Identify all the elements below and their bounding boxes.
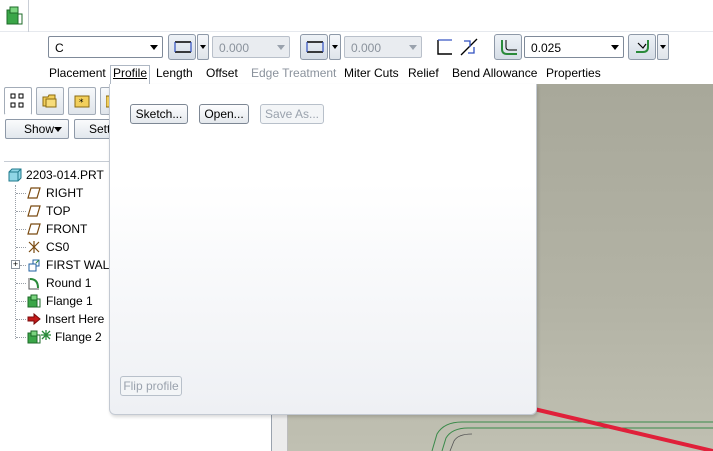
length-value-combo-2[interactable]: 0.000 (344, 36, 422, 58)
thicken-side-icon[interactable] (434, 36, 456, 58)
dashboard-tabs: Placement Profile Length Offset Edge Tre… (0, 64, 713, 85)
tab-offset[interactable]: Offset (206, 66, 238, 80)
tab-folder-browser[interactable] (36, 87, 64, 115)
length-type-button[interactable] (168, 34, 196, 60)
chevron-down-icon (611, 45, 619, 50)
model-edge (449, 433, 473, 451)
show-menu-label: Show (24, 122, 55, 136)
length-value-combo-1[interactable]: 0.000 (212, 36, 290, 58)
width-dimension-icon (306, 41, 324, 53)
bend-side-dropdown[interactable] (657, 34, 669, 60)
tab-properties[interactable]: Properties (546, 66, 601, 80)
tree-node-label: FRONT (46, 222, 88, 236)
tab-edge-treatment: Edge Treatment (251, 66, 337, 80)
flip-profile-button: Flip profile (120, 376, 182, 396)
flange-icon (27, 330, 41, 344)
settings-menu-button[interactable]: Setti (74, 119, 114, 139)
selected-edge-highlight (533, 407, 713, 451)
tree-node-label: Insert Here (45, 312, 105, 326)
bend-radius-icon (501, 40, 517, 55)
length-type-dropdown[interactable] (197, 34, 209, 60)
insert-arrow-icon (27, 312, 41, 326)
model-edge (431, 421, 713, 451)
tab-model-tree[interactable] (4, 87, 32, 115)
coordinate-system-icon (27, 240, 41, 254)
offset-type-dropdown[interactable] (329, 34, 341, 60)
bend-radius-combo[interactable]: 0.025 (524, 36, 624, 58)
sheetmetal-app-icon[interactable] (4, 6, 24, 28)
flip-direction-icon[interactable] (458, 36, 480, 58)
datum-plane-icon (27, 204, 41, 218)
toolbar-separator (28, 0, 29, 32)
datum-plane-icon (27, 222, 41, 236)
dashboard-toolbar: C 0.000 0.000 0.025 Placement Profile Le… (0, 32, 713, 85)
tree-node-label: FIRST WALL (46, 258, 117, 272)
tree-node-label: Round 1 (46, 276, 92, 290)
tab-miter-cuts[interactable]: Miter Cuts (344, 66, 399, 80)
flange-icon (27, 294, 41, 308)
tree-icon (10, 93, 24, 108)
tab-favorites[interactable]: * (68, 87, 96, 115)
bend-radius-button[interactable] (494, 34, 522, 60)
shape-combo[interactable]: C (48, 36, 163, 58)
tree-node-label: RIGHT (46, 186, 84, 200)
sketch-button[interactable]: Sketch... (130, 104, 188, 124)
open-button[interactable]: Open... (199, 104, 249, 124)
round-icon (27, 276, 41, 290)
length-value-1: 0.000 (219, 41, 250, 55)
tree-node-label: Flange 2 (55, 330, 102, 344)
chevron-down-icon (54, 127, 62, 132)
chevron-down-icon (409, 45, 417, 50)
bend-side-icon (636, 40, 649, 53)
tree-node-label: TOP (46, 204, 71, 218)
tree-node-label: Flange 1 (46, 294, 93, 308)
chevron-down-icon (150, 45, 158, 50)
chevron-down-icon (277, 45, 285, 50)
tree-node-label: 2203-014.PRT (26, 168, 104, 182)
height-dimension-icon (174, 41, 192, 53)
bend-side-button[interactable] (628, 34, 656, 60)
tree-node-label: CS0 (46, 240, 70, 254)
tab-bend-allowance[interactable]: Bend Allowance (452, 66, 537, 80)
folder-icon (42, 94, 57, 108)
offset-type-button[interactable] (300, 34, 328, 60)
datum-plane-icon (27, 186, 41, 200)
length-value-2: 0.000 (351, 41, 382, 55)
tab-profile[interactable]: Profile (110, 65, 151, 85)
shape-combo-value: C (55, 41, 64, 55)
part-icon (8, 168, 22, 182)
save-as-button: Save As... (260, 104, 324, 124)
svg-text:*: * (79, 98, 84, 108)
profile-panel: Sketch... Open... Save As... Flip profil… (109, 84, 537, 415)
bend-radius-value: 0.025 (531, 41, 562, 55)
show-menu-button[interactable]: Show (5, 119, 69, 139)
top-strip (0, 0, 713, 32)
wall-feature-icon (27, 258, 41, 272)
active-feature-star-icon (41, 329, 51, 340)
favorites-folder-icon: * (74, 95, 90, 108)
tab-placement[interactable]: Placement (49, 66, 106, 80)
tab-relief[interactable]: Relief (408, 66, 439, 80)
tab-length[interactable]: Length (156, 66, 193, 80)
